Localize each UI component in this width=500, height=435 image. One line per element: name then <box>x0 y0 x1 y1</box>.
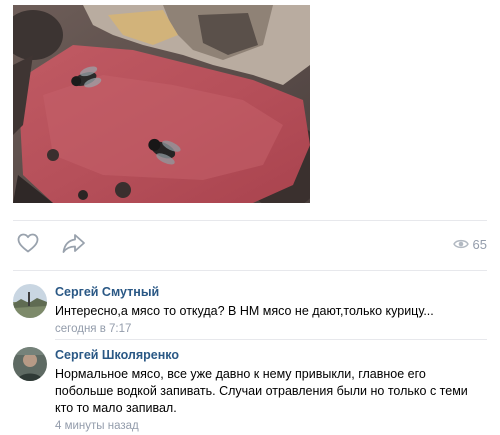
like-button[interactable] <box>16 231 40 255</box>
divider-actions <box>13 270 487 271</box>
avatar-image <box>13 284 47 318</box>
share-button[interactable] <box>61 232 87 254</box>
comment-time[interactable]: сегодня в 7:17 <box>55 321 487 337</box>
post-actions: 65 <box>13 228 487 258</box>
comment-text: Нормальное мясо, все уже давно к нему пр… <box>55 367 468 415</box>
share-arrow-icon <box>62 234 85 253</box>
avatar[interactable] <box>13 347 47 381</box>
views-counter: 65 <box>452 235 487 253</box>
meat-photo-illustration <box>13 5 310 203</box>
post-photo[interactable] <box>13 5 310 203</box>
avatar-image <box>13 347 47 381</box>
divider-top <box>13 220 487 221</box>
views-count: 65 <box>472 236 487 252</box>
comment-time[interactable]: 4 минуты назад <box>55 418 487 434</box>
comment-text: Интересно,а мясо то откуда? В НМ мясо не… <box>55 304 434 318</box>
comment-item: Сергей Смутный Интересно,а мясо то откуд… <box>13 284 487 337</box>
comment-body: Сергей Школяренко Нормальное мясо, все у… <box>55 347 487 434</box>
divider-comments <box>55 339 487 340</box>
comment-item: Сергей Школяренко Нормальное мясо, все у… <box>13 347 487 432</box>
avatar[interactable] <box>13 284 47 318</box>
eye-icon <box>452 239 469 249</box>
comment-author[interactable]: Сергей Смутный <box>55 284 487 300</box>
comment-body: Сергей Смутный Интересно,а мясо то откуд… <box>55 284 487 337</box>
heart-icon <box>17 233 39 253</box>
comment-author[interactable]: Сергей Школяренко <box>55 347 487 363</box>
